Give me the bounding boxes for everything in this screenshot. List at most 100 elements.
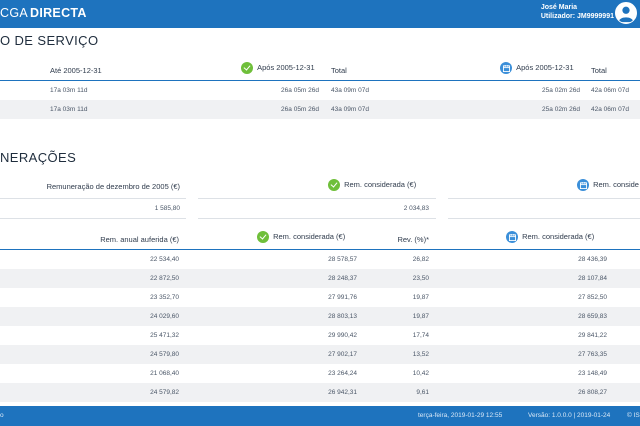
cell-rev: 9,61	[416, 389, 429, 396]
field-border	[198, 218, 436, 219]
cell-rev: 17,74	[412, 332, 429, 339]
col-until: Até 2005-12-31	[50, 66, 102, 75]
cell-cons-green: 28 803,13	[328, 313, 357, 320]
cell-cons-blue: 26 808,27	[578, 389, 607, 396]
table-row: 25 471,32 29 990,42 17,74 29 841,22	[0, 326, 640, 345]
user-icon	[616, 3, 636, 23]
remun-section-title: NERAÇÕES	[0, 150, 77, 165]
field-border	[448, 218, 640, 219]
cell-rev: 19,87	[412, 294, 429, 301]
cell-after-green: 26a 05m 26d	[281, 87, 319, 94]
field-border	[198, 198, 436, 199]
cell-cons-green: 27 902,17	[328, 351, 357, 358]
col-cons-blue-header: Rem. considerada (€)	[506, 231, 594, 243]
cell-rev: 19,87	[412, 313, 429, 320]
table-row: 17a 03m 11d 26a 05m 26d 43a 09m 07d 25a …	[0, 81, 640, 100]
calendar-icon	[577, 179, 589, 191]
cell-annual: 24 579,80	[150, 351, 179, 358]
footer-left: o	[0, 412, 4, 419]
user-info: José Maria Utilizador: JM9999991	[541, 3, 614, 21]
cell-annual: 21 068,40	[150, 370, 179, 377]
col-after-blue-label: Após 2005-12-31	[516, 62, 574, 72]
col-annual: Rem. anual auferida (€)	[100, 235, 179, 244]
cell-cons-blue: 23 148,49	[578, 370, 607, 377]
cell-cons-blue: 28 107,84	[578, 275, 607, 282]
table-row: 23 352,70 27 991,76 19,87 27 852,50	[0, 288, 640, 307]
cell-rev: 10,42	[412, 370, 429, 377]
cell-cons-green: 29 990,42	[328, 332, 357, 339]
cell-total-2: 42a 06m 07d	[591, 87, 629, 94]
field-border	[448, 198, 640, 199]
col-cons-green-header: Rem. considerada (€)	[257, 231, 345, 243]
cell-total-2: 42a 06m 07d	[591, 106, 629, 113]
brand-bold: DIRECTA	[30, 6, 87, 20]
table-row: 21 068,40 23 264,24 10,42 23 148,49	[0, 364, 640, 383]
col-total-2: Total	[591, 66, 607, 75]
cell-annual: 25 471,32	[150, 332, 179, 339]
table-row: 22 534,40 28 578,57 26,82 28 436,39	[0, 250, 640, 269]
col-after-blue-header: Após 2005-12-31	[500, 62, 574, 74]
check-icon	[241, 62, 253, 74]
cell-cons-green: 27 991,76	[328, 294, 357, 301]
dec-label: Remuneração de dezembro de 2005 (€)	[46, 182, 180, 191]
cons-blue-header: Rem. conside	[577, 179, 639, 191]
footer: o terça-feira, 2019-01-29 12:55 Versão: …	[0, 406, 640, 426]
cons-blue-label: Rem. conside	[593, 179, 639, 189]
check-icon	[257, 231, 269, 243]
footer-copyright: © IS	[627, 412, 640, 419]
table-row: 24 029,60 28 803,13 19,87 28 659,83	[0, 307, 640, 326]
cell-cons-green: 28 578,57	[328, 256, 357, 263]
cons-green-value: 2 034,83	[403, 205, 429, 212]
col-after-green-header: Após 2005-12-31	[241, 62, 315, 74]
col-after-green-label: Após 2005-12-31	[257, 62, 315, 72]
cell-annual: 23 352,70	[150, 294, 179, 301]
check-icon	[328, 179, 340, 191]
cell-annual: 24 579,82	[150, 389, 179, 396]
cell-cons-blue: 28 436,39	[578, 256, 607, 263]
col-cons-blue-label: Rem. considerada (€)	[522, 231, 595, 241]
cell-cons-blue: 28 659,83	[578, 313, 607, 320]
cell-total-1: 43a 09m 07d	[331, 106, 369, 113]
cell-annual: 22 534,40	[150, 256, 179, 263]
user-login: Utilizador: JM9999991	[540, 13, 614, 20]
cell-after-blue: 25a 02m 26d	[542, 106, 580, 113]
col-rev: Rev. (%)*	[397, 235, 429, 244]
table-row: 24 579,82 26 942,31 9,61 26 808,27	[0, 383, 640, 402]
user-name: José Maria	[540, 4, 578, 11]
calendar-icon	[500, 62, 512, 74]
cell-rev: 23,50	[412, 275, 429, 282]
top-bar: CGA DIRECTA José Maria Utilizador: JM9999…	[0, 0, 640, 28]
cons-green-header: Rem. considerada (€)	[328, 179, 416, 191]
footer-datetime: terça-feira, 2019-01-29 12:55	[418, 412, 503, 419]
app-logo[interactable]: CGA DIRECTA	[0, 6, 87, 20]
avatar[interactable]	[615, 2, 637, 24]
service-section-title: O DE SERVIÇO	[0, 33, 99, 48]
cell-rev: 26,82	[412, 256, 429, 263]
field-border	[0, 198, 186, 199]
dec-value: 1 585,80	[154, 205, 180, 212]
col-total-1: Total	[331, 66, 347, 75]
cell-cons-blue: 27 763,35	[578, 351, 607, 358]
table-row: 17a 03m 11d 26a 05m 26d 43a 09m 07d 25a …	[0, 100, 640, 119]
table-row: 22 872,50 28 248,37 23,50 28 107,84	[0, 269, 640, 288]
cons-green-label: Rem. considerada (€)	[344, 179, 417, 189]
cell-total-1: 43a 09m 07d	[331, 87, 369, 94]
brand-light: CGA	[0, 6, 28, 20]
cell-cons-green: 26 942,31	[328, 389, 357, 396]
col-cons-green-label: Rem. considerada (€)	[273, 231, 346, 241]
cell-cons-blue: 27 852,50	[578, 294, 607, 301]
field-border	[0, 218, 186, 219]
cell-until: 17a 03m 11d	[50, 87, 88, 94]
cell-annual: 22 872,50	[150, 275, 179, 282]
calendar-icon	[506, 231, 518, 243]
cell-cons-blue: 29 841,22	[578, 332, 607, 339]
cell-after-blue: 25a 02m 26d	[542, 87, 580, 94]
table-row: 24 579,80 27 902,17 13,52 27 763,35	[0, 345, 640, 364]
cell-annual: 24 029,60	[150, 313, 179, 320]
cell-until: 17a 03m 11d	[50, 106, 88, 113]
cell-cons-green: 28 248,37	[328, 275, 357, 282]
cell-cons-green: 23 264,24	[328, 370, 357, 377]
footer-version: Versão: 1.0.0.0 | 2019-01-24	[528, 412, 611, 419]
cell-rev: 13,52	[412, 351, 429, 358]
cell-after-green: 26a 05m 26d	[281, 106, 319, 113]
